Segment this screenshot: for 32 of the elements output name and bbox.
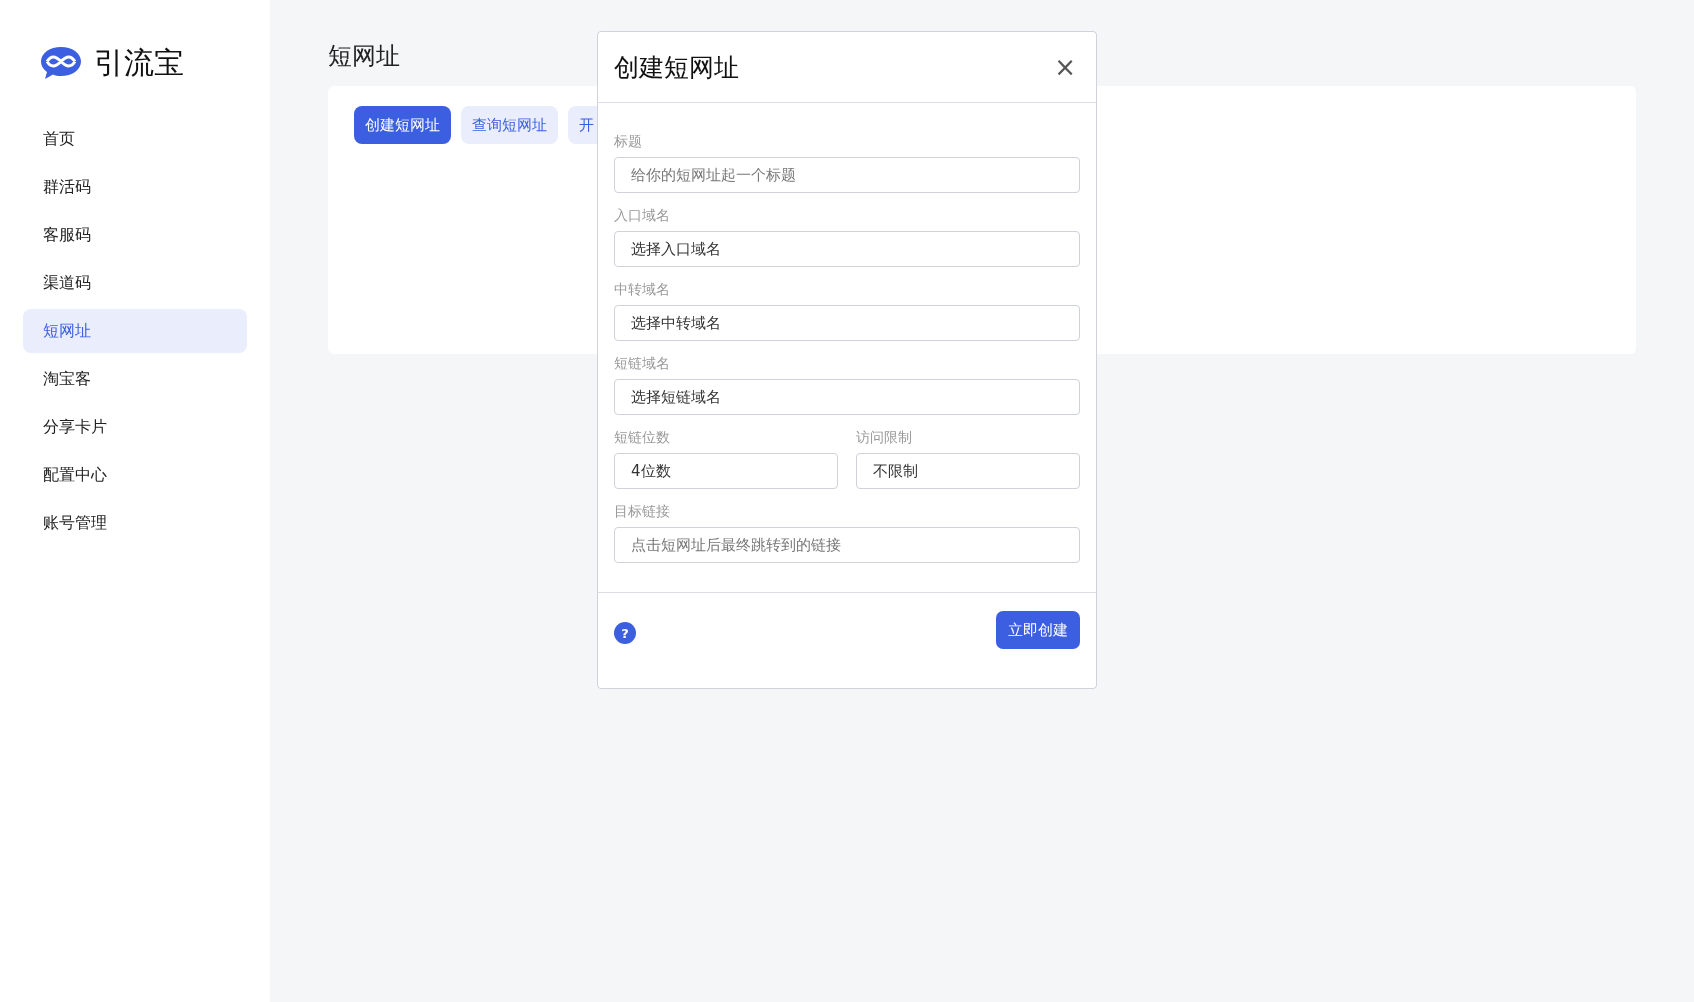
brand-name: 引流宝 xyxy=(94,43,184,82)
field-label: 入口域名 xyxy=(614,207,671,225)
close-button[interactable]: × xyxy=(1050,52,1080,82)
sidebar-item[interactable]: 账号管理 xyxy=(23,501,247,545)
sidebar-item[interactable]: 客服码 xyxy=(23,213,247,257)
input-field[interactable]: 选择短链域名 xyxy=(614,379,1080,415)
submit-button[interactable]: 立即创建 xyxy=(996,611,1080,649)
input-field[interactable]: 给你的短网址起一个标题 xyxy=(614,157,1080,193)
sidebar-item[interactable]: 淘宝客 xyxy=(23,357,247,401)
field-label: 中转域名 xyxy=(614,281,671,299)
field-label: 标题 xyxy=(614,133,643,151)
field-label: 目标链接 xyxy=(614,503,671,521)
dialog-title: 创建短网址 xyxy=(614,51,739,84)
field-label: 访问限制 xyxy=(856,429,913,447)
input-field[interactable]: 选择入口域名 xyxy=(614,231,1080,267)
page-title: 短网址 xyxy=(328,41,400,72)
sidebar-item[interactable]: 渠道码 xyxy=(23,261,247,305)
sidebar-item[interactable]: 短网址 xyxy=(23,309,247,353)
sidebar-item[interactable]: 群活码 xyxy=(23,165,247,209)
help-icon[interactable]: ? xyxy=(614,622,636,644)
input-field[interactable]: 点击短网址后最终跳转到的链接 xyxy=(614,527,1080,563)
sidebar-item[interactable]: 首页 xyxy=(23,117,247,161)
input-field[interactable]: 不限制 xyxy=(856,453,1080,489)
logo-icon xyxy=(40,46,82,80)
tab-button[interactable]: 查询短网址 xyxy=(461,106,558,144)
tab-button[interactable]: 创建短网址 xyxy=(354,106,451,144)
input-field[interactable]: 4位数 xyxy=(614,453,838,489)
sidebar-item[interactable]: 配置中心 xyxy=(23,453,247,497)
sidebar-item[interactable]: 分享卡片 xyxy=(23,405,247,449)
field-label: 短链域名 xyxy=(614,355,671,373)
input-field[interactable]: 选择中转域名 xyxy=(614,305,1080,341)
field-label: 短链位数 xyxy=(614,429,671,447)
